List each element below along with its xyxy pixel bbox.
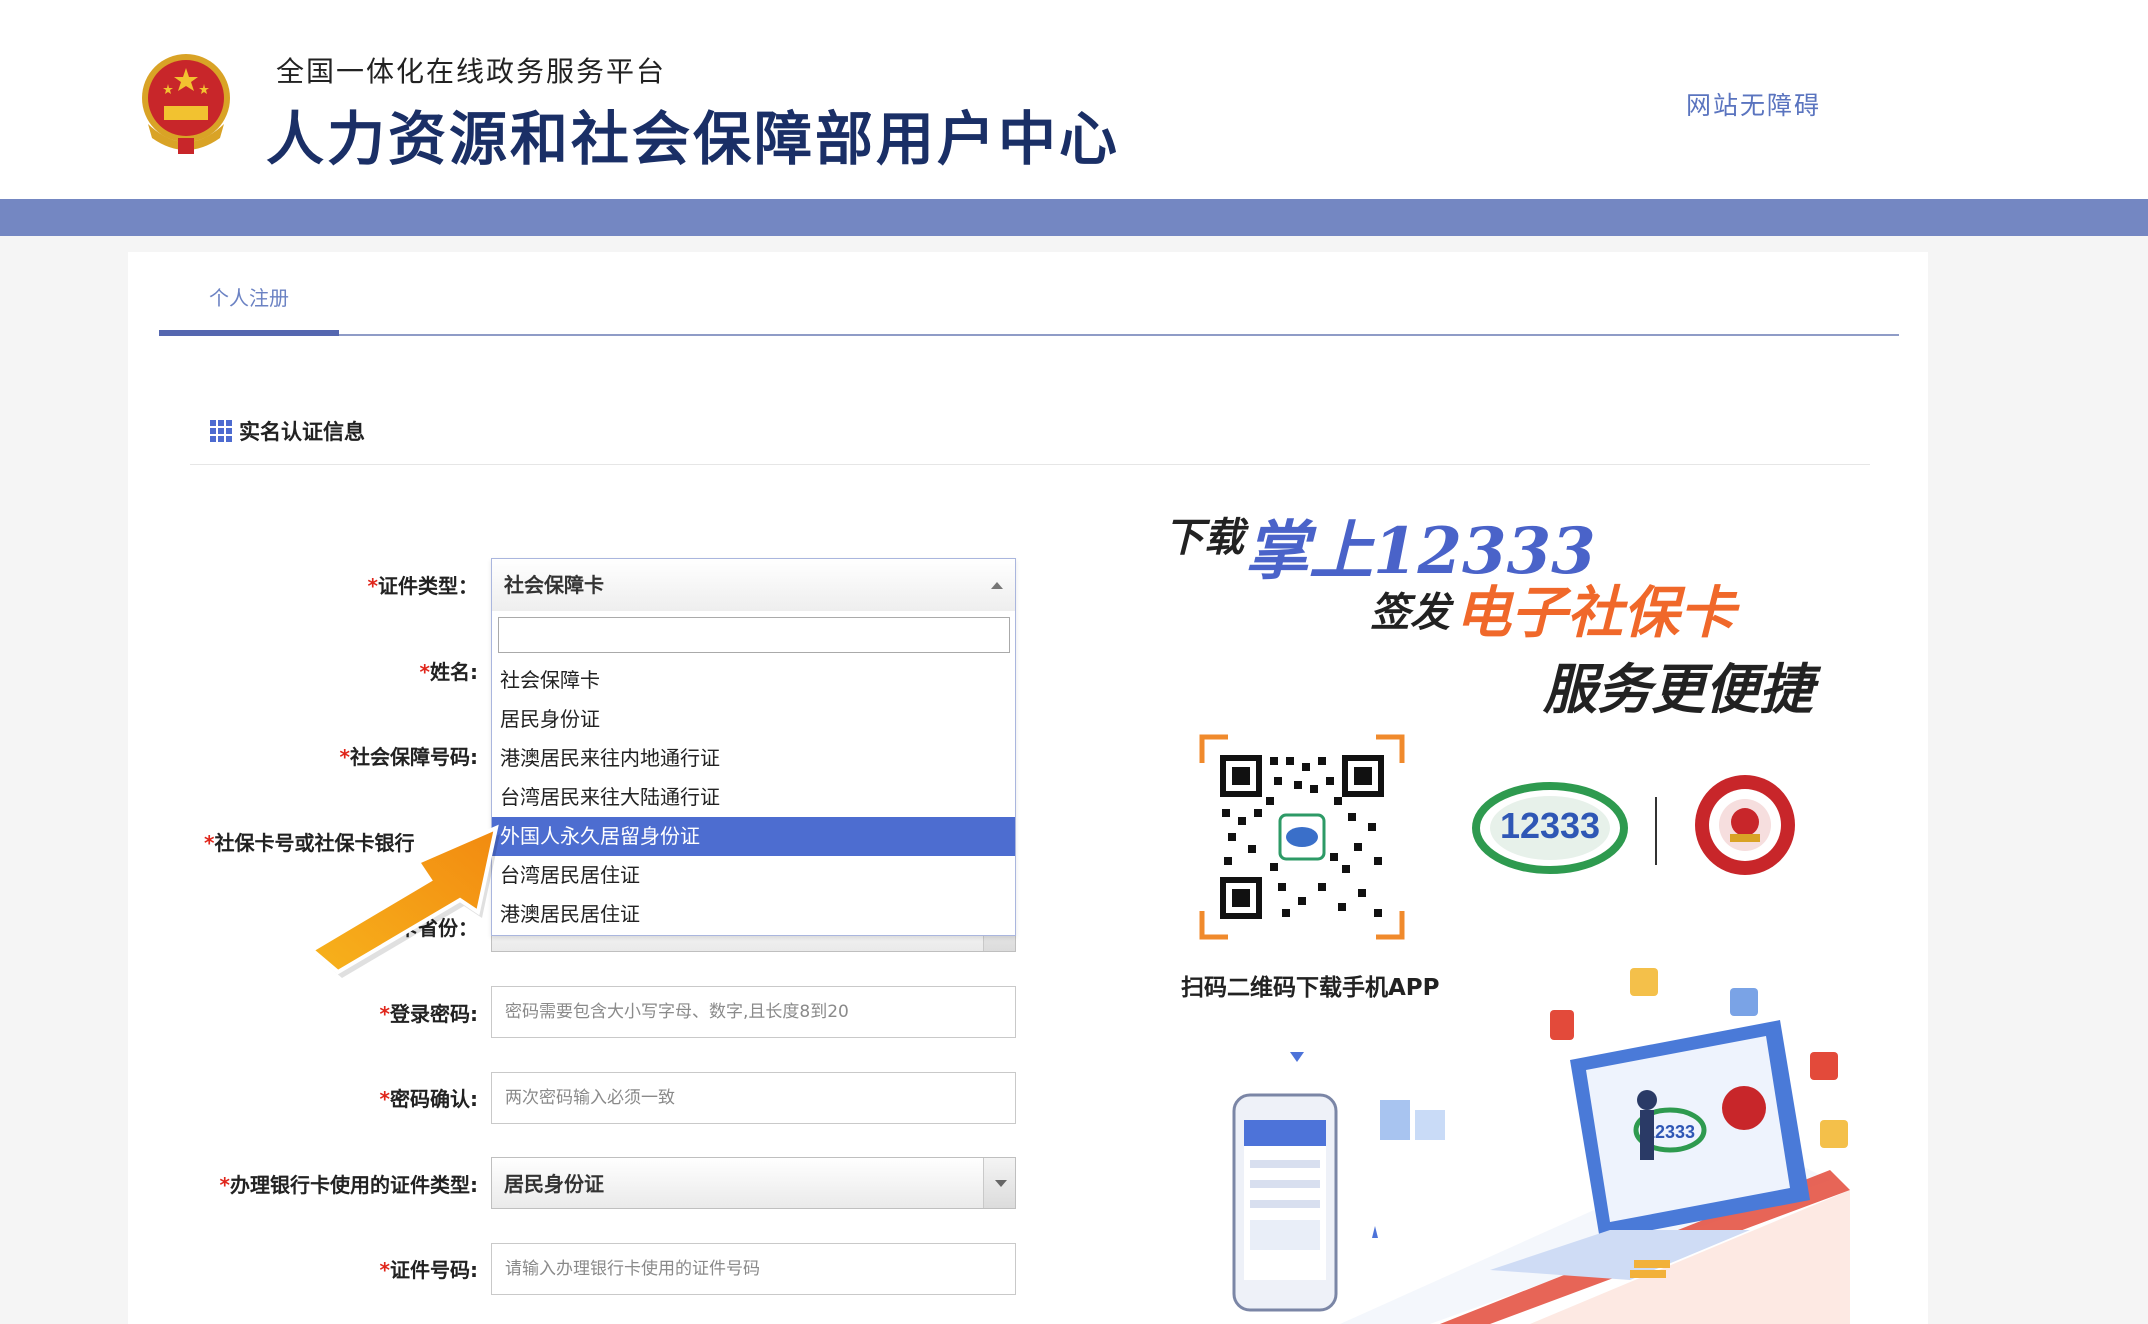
cert-no-input[interactable] [491,1243,1016,1295]
national-emblem-icon [142,54,230,154]
pointer-arrow-icon [308,824,500,978]
header-band [0,199,2148,236]
password-confirm-input[interactable] [491,1072,1016,1124]
social-security-card-logo-icon [1695,775,1795,875]
grid-icon [210,420,232,442]
bank-cert-type-select[interactable]: 居民身份证 [491,1157,1016,1209]
page-title: 人力资源和社会保障部用户中心 [266,105,1121,173]
dropdown-option[interactable]: 港澳居民居住证 [492,895,1015,934]
dropdown-option-highlighted[interactable]: 外国人永久居留身份证 [492,817,1015,856]
tab-personal-register[interactable]: 个人注册 [159,272,339,336]
qr-code-icon [1199,734,1405,940]
label-social-security-no: *社会保障号码: [339,745,478,769]
promo-slogan: 服务更便捷 [1543,657,1813,721]
password-input[interactable] [491,986,1016,1038]
dropdown-option[interactable]: 港澳居民来往内地通行证 [492,739,1015,778]
section-title: 实名认证信息 [239,420,365,444]
platform-subtitle: 全国一体化在线政务服务平台 [276,55,667,88]
dropdown-search-input[interactable] [498,617,1010,653]
label-cert-type: *证件类型： [367,574,478,598]
promo-card-name: 电子社保卡 [1455,580,1735,646]
label-cert-no: *证件号码: [379,1258,478,1282]
app-illustration: 12333 [1232,968,1850,1324]
logo-divider [1655,797,1657,865]
promo-download-text: 下载 [1164,514,1244,561]
cert-type-select[interactable]: 社会保障卡 [492,559,1015,611]
dropdown-option[interactable]: 台湾居民居住证 [492,856,1015,895]
promo-issue-text: 签发 [1370,589,1450,636]
tab-bar: 个人注册 [159,272,1899,336]
site-header: 全国一体化在线政务服务平台 人力资源和社会保障部用户中心 网站无障碍 [0,0,2148,199]
label-password: *登录密码: [379,1002,478,1026]
dropdown-option[interactable]: 台湾居民来往大陆通行证 [492,778,1015,817]
label-password-confirm: *密码确认: [379,1087,478,1111]
app-12333-logo-icon: 12333 [1472,782,1628,874]
accessibility-link[interactable]: 网站无障碍 [1686,86,1821,122]
dropdown-option[interactable]: 社会保障卡 [492,661,1015,700]
label-name: *姓名: [419,660,478,684]
svg-text:12333: 12333 [1500,805,1600,846]
dropdown-option[interactable]: 居民身份证 [492,700,1015,739]
section-header: 实名认证信息 [210,416,365,446]
label-bank-cert-type: *办理银行卡使用的证件类型: [219,1173,478,1197]
section-divider [190,464,1870,465]
cert-type-dropdown[interactable]: 社会保障卡 社会保障卡 居民身份证 港澳居民来往内地通行证 台湾居民来往大陆通行… [491,558,1016,936]
